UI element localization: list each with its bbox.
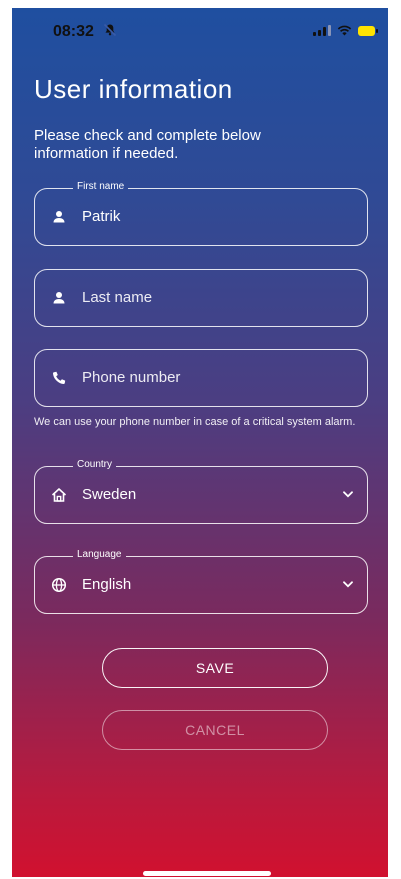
phone-icon <box>53 371 66 384</box>
language-label: Language <box>73 549 126 561</box>
home-indicator[interactable] <box>143 871 271 876</box>
first-name-label: First name <box>73 181 129 193</box>
app-screen: 08:32 User information Please check and … <box>12 8 388 877</box>
last-name-field[interactable]: Last name <box>34 269 368 327</box>
home-icon <box>51 488 67 502</box>
globe-icon <box>51 577 67 593</box>
phone-hint: We can use your phone number in case of … <box>34 416 356 428</box>
person-icon <box>53 211 65 223</box>
save-button[interactable]: SAVE <box>102 648 328 688</box>
page-intro: Please check and complete below informat… <box>34 127 261 162</box>
cancel-button[interactable]: CANCEL <box>102 710 328 750</box>
wifi-icon <box>337 25 352 36</box>
phone-number-placeholder: Phone number <box>82 369 181 386</box>
first-name-value: Patrik <box>82 208 121 225</box>
chevron-down-icon <box>343 491 353 498</box>
last-name-placeholder: Last name <box>82 289 153 306</box>
page-title: User information <box>34 74 233 104</box>
chevron-down-icon <box>343 581 353 588</box>
battery-icon <box>358 25 378 36</box>
person-icon <box>53 292 65 304</box>
language-value: English <box>82 576 132 593</box>
language-select[interactable]: Language English <box>34 549 368 614</box>
status-bar: 08:32 <box>12 8 388 48</box>
cellular-signal-icon <box>313 25 331 36</box>
status-indicators <box>313 25 378 36</box>
country-select[interactable]: Country Sweden <box>34 459 368 524</box>
first-name-field[interactable]: First name Patrik <box>34 181 368 246</box>
country-label: Country <box>73 459 117 471</box>
phone-number-field[interactable]: Phone number <box>34 349 368 407</box>
status-time: 08:32 <box>53 23 94 40</box>
bell-slash-icon <box>103 23 117 37</box>
country-value: Sweden <box>82 486 137 503</box>
